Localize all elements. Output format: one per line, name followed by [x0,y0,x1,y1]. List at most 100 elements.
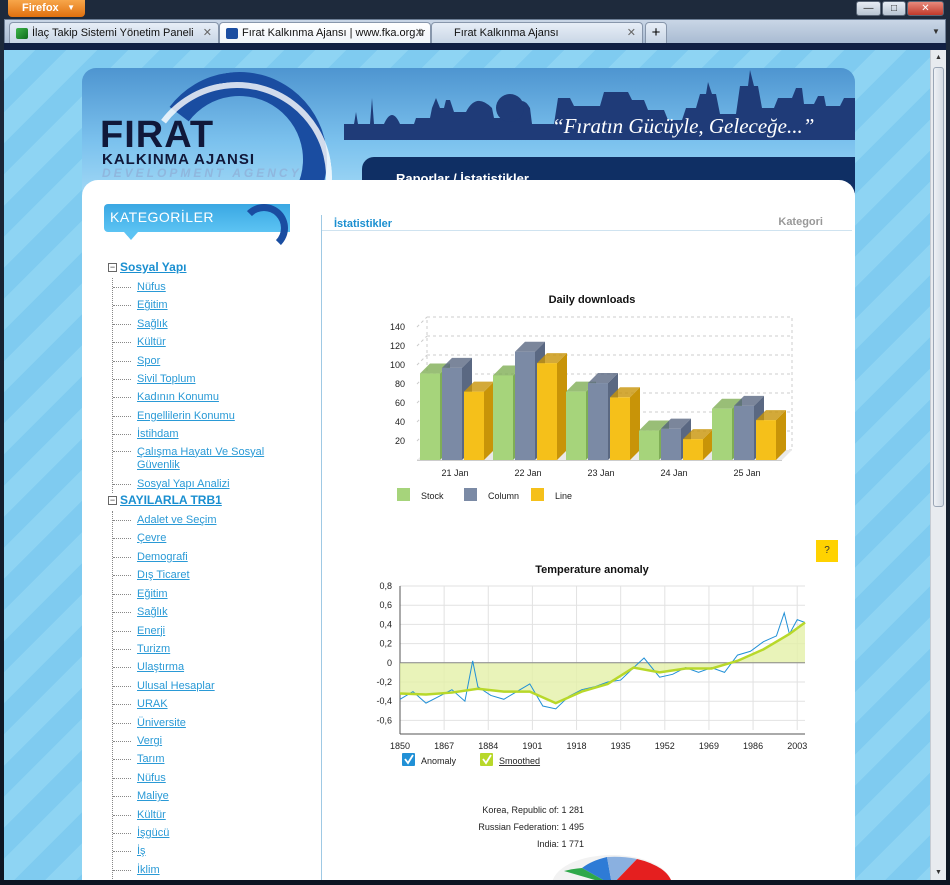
vertical-scrollbar[interactable]: ▲ ▼ [930,50,946,880]
close-window-button[interactable]: ✕ [907,1,944,16]
bar-stock-24-jan [639,430,659,460]
tree-item-urak[interactable]: URAK [113,695,288,713]
tree-item-nu-fus[interactable]: Nüfus [113,769,288,787]
tree-item-nu-fus[interactable]: Nüfus [113,278,288,296]
title-bar: Firefox ▼ — □ ✕ [0,0,950,18]
y-tick-label: 20 [395,436,405,446]
scroll-up-arrow-icon[interactable]: ▲ [932,50,945,65]
x-tick-label: 1918 [567,741,587,751]
tree-item-enerji[interactable]: Enerji [113,622,288,640]
bar-column-24-jan [661,428,681,460]
tree-item-tar-m[interactable]: Tarım [113,750,288,768]
bar-column-21-jan [442,367,462,460]
legend-label-column: Column [488,491,519,501]
logo-subtitle-en: DEVELOPMENT AGENCY [102,166,302,180]
pie-chart-countries: Korea, Republic of: 1 281 Russian Federat… [478,805,672,880]
tree-item-i-klim[interactable]: İklim [113,861,288,879]
x-tick-label: 1901 [522,741,542,751]
y-tick-label: 0,4 [379,619,392,629]
tree-item-maliye[interactable]: Maliye [113,787,288,805]
tree-group-label[interactable]: SAYILARLA TRB1 [120,493,222,507]
tree-item-turizm[interactable]: Turizm [113,640,288,658]
tree-item-c-evre[interactable]: Çevre [113,529,288,547]
tree-item-ku-ltu-r[interactable]: Kültür [113,333,288,351]
pill-icon [16,28,28,39]
tab-strip: İlaç Takip Sistemi Yönetim Paneli ✕ Fıra… [4,19,946,44]
tree-item-adalet-ve-sec-im[interactable]: Adalet ve Seçim [113,511,288,529]
tab-ilac-takip[interactable]: İlaç Takip Sistemi Yönetim Paneli ✕ [9,22,219,44]
bar-stock-23-jan [566,391,586,460]
tree-item-c-al-s-ma-hayat-ve-sosyal-gu-venlik[interactable]: Çalışma Hayatı Ve Sosyal Güvenlik [113,444,288,475]
heading-pointer [124,232,138,240]
scroll-down-arrow-icon[interactable]: ▼ [932,865,945,880]
y-tick-label: 80 [395,379,405,389]
main-column: İstatistikler Kategori Daily downloads 2… [321,215,852,880]
y-tick-label: -0,4 [376,696,392,706]
tab-underline [322,230,852,231]
tree-item-d-s-ticaret[interactable]: Dış Ticaret [113,566,288,584]
tree-item-engellilerin-konumu[interactable]: Engellilerin Konumu [113,407,288,425]
tree-item-eg-itim[interactable]: Eğitim [113,296,288,314]
legend-label-line: Line [555,491,572,501]
bar-chart-downloads: 20 40 60 80 100 120 140 21 Jan 22 Jan 23 Jan 24 Ja… [390,316,793,501]
tree-group-sosyal-yap[interactable]: − Sosyal Yapı [108,260,298,278]
tree-item-sag-l-k[interactable]: Sağlık [113,315,288,333]
tree-item-ku-ltu-r[interactable]: Kültür [113,806,288,824]
slogan: “Fıratın Gücüyle, Geleceğe...” [552,114,815,138]
x-tick-label: 1952 [655,741,675,751]
tab-kategori[interactable]: Kategori [778,216,823,228]
category-tree: − Sosyal Yapı Nüfus Eğitim Sağlık Kültür Spor S… [108,260,298,880]
tree-item-demografi[interactable]: Demografi [113,548,288,566]
new-tab-button[interactable]: + [645,22,667,44]
tree-item-i-s-gu-cu[interactable]: İşgücü [113,824,288,842]
y-tick-label: 140 [390,322,405,332]
minimize-button[interactable]: — [856,1,881,16]
tab-list-chevron-icon[interactable]: ▼ [929,22,943,42]
chart-title-downloads: Daily downloads [548,294,636,306]
help-button[interactable]: ? [816,540,838,562]
tree-item-sosyal-yap-analizi[interactable]: Sosyal Yapı Analizi [113,475,288,493]
x-tick-label: 1884 [478,741,498,751]
collapse-toggle-icon[interactable]: − [108,263,117,272]
tree-item-i-stihdam[interactable]: İstihdam [113,425,288,443]
tab-fka-second[interactable]: Fırat Kalkınma Ajansı ✕ [431,22,643,44]
x-tick-label: 23 Jan [587,468,614,478]
collapse-toggle-icon[interactable]: − [108,496,117,506]
tab-fka-main[interactable]: Fırat Kalkınma Ajansı | www.fka.org.tr ✕ [219,22,431,44]
close-tab-icon[interactable]: ✕ [203,23,212,43]
close-tab-icon[interactable]: ✕ [627,23,636,43]
site-header: FIRAT KALKINMA AJANSI DEVELOPMENT AGENCY… [82,68,855,193]
legend-checkbox-anomaly [402,753,415,766]
maximize-button[interactable]: □ [882,1,906,16]
gridline-diag [416,316,428,328]
tree-item-i-s[interactable]: İş [113,842,288,860]
bar-line-21-jan [464,391,484,460]
tree-group-sayilarla-trb1[interactable]: − SAYILARLA TRB1 [108,493,298,511]
firefox-menu-button[interactable]: Firefox ▼ [8,0,85,17]
y-tick-label: 40 [395,417,405,427]
tree-item-kad-n-n-konumu[interactable]: Kadının Konumu [113,388,288,406]
tree-group-label[interactable]: Sosyal Yapı [120,260,187,274]
tree-item-spor[interactable]: Spor [113,352,288,370]
scrollbar-thumb[interactable] [933,67,944,507]
close-tab-icon[interactable]: ✕ [415,23,424,43]
legend-swatch-line [531,488,544,501]
gridline-diag [416,354,428,366]
tree-item-eg-itim[interactable]: Eğitim [113,585,288,603]
tab-istatistikler[interactable]: İstatistikler [334,218,392,230]
y-tick-label: -0,2 [376,677,392,687]
tree-item-vergi[interactable]: Vergi [113,732,288,750]
bar-column-25-jan [734,405,754,460]
tree-item-ulas-t-rma[interactable]: Ulaştırma [113,658,288,676]
tree-item-sag-l-k[interactable]: Sağlık [113,603,288,621]
bar-line-25-jan [756,420,776,460]
legend-checkbox-smoothed [480,753,493,766]
legend-swatch-column [464,488,477,501]
x-tick-label: 24 Jan [660,468,687,478]
pie-label: India: 1 771 [537,839,584,849]
tree-item-u-niversite[interactable]: Üniversite [113,714,288,732]
legend-swatch-stock [397,488,410,501]
bar-stock-25-jan [712,408,732,460]
tree-item-ulusal-hesaplar[interactable]: Ulusal Hesaplar [113,677,288,695]
tree-item-sivil-toplum[interactable]: Sivil Toplum [113,370,288,388]
